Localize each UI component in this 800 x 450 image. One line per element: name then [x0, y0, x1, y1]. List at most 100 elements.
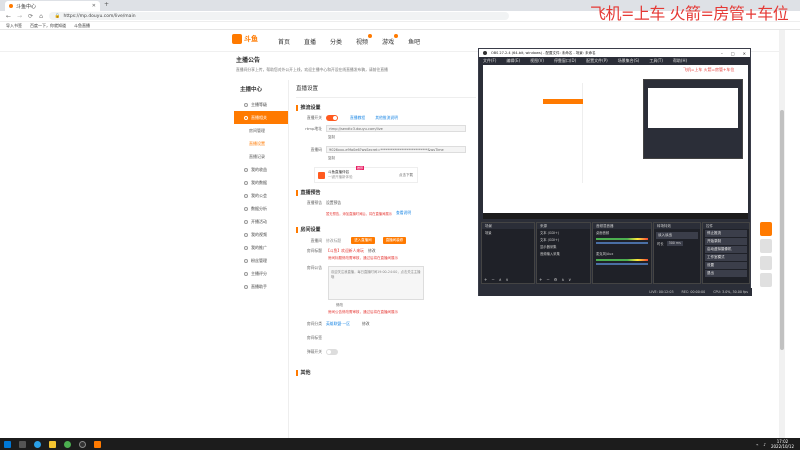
close-tab-icon[interactable]: ✕ — [92, 3, 96, 9]
douyu-taskbar-icon[interactable] — [94, 440, 101, 448]
enter-room-button[interactable]: 进入直播间 — [351, 237, 375, 244]
bookmark-item[interactable]: 百度一下，你就知道 — [30, 23, 66, 29]
arrow-up-icon[interactable]: ∧ — [561, 277, 564, 282]
sidebar-item-live[interactable]: 直播相关 — [234, 111, 288, 124]
source-item[interactable]: 文本 (GDI+) — [537, 236, 590, 243]
set-preview-link[interactable]: 设置预告 — [326, 200, 341, 206]
stop-streaming-button[interactable]: 停止推流 — [705, 230, 747, 237]
windows-start-icon[interactable] — [4, 440, 11, 448]
sidebar-item-analysis[interactable]: 数据分析 — [234, 202, 288, 215]
arrow-down-icon[interactable]: ∨ — [506, 277, 509, 282]
virtual-camera-button[interactable]: 启动虚拟摄像机 — [705, 246, 747, 253]
obs-menu-file[interactable]: 文件(F) — [483, 58, 496, 64]
source-item[interactable]: 文本 (GDI+) — [537, 229, 590, 236]
remove-icon[interactable]: − — [491, 277, 494, 282]
chrome-icon[interactable] — [64, 440, 71, 448]
copy-rtmp-button[interactable]: 复制 — [296, 135, 476, 140]
float-tool-button[interactable] — [760, 222, 772, 236]
bookmark-item[interactable]: 导入书签 — [6, 23, 22, 29]
nav-video[interactable]: 视频 — [356, 34, 373, 46]
reload-icon[interactable]: ⟳ — [28, 13, 33, 20]
sidebar-item-guild[interactable]: 我的公会 — [234, 189, 288, 202]
sidebar-item-promo[interactable]: 我的推广 — [234, 241, 288, 254]
sidebar-sub-records[interactable]: 直播记录 — [234, 150, 288, 163]
float-service-button[interactable] — [760, 273, 772, 287]
transition-select[interactable]: 淡入淡出 — [656, 232, 698, 239]
copy-key-button[interactable]: 复制 — [296, 156, 476, 161]
browser-tab[interactable]: 斗鱼中心 ✕ — [5, 1, 100, 11]
douyu-logo[interactable]: 斗鱼 — [232, 34, 258, 44]
obs-taskbar-icon[interactable] — [79, 440, 86, 448]
forward-icon[interactable]: → — [17, 13, 22, 20]
room-notice-textarea[interactable]: 欢迎关注我直播，每日直播时间19:00-24:00，点击关注主播哦 — [328, 266, 424, 300]
nav-home[interactable]: 首页 — [278, 37, 290, 46]
danmaku-toggle[interactable] — [326, 349, 338, 355]
nav-live[interactable]: 直播 — [304, 37, 316, 46]
back-icon[interactable]: ← — [6, 13, 11, 20]
sidebar-item-assistant[interactable]: 直播助手 — [234, 280, 288, 293]
arrow-down-icon[interactable]: ∨ — [568, 277, 571, 282]
source-item[interactable]: 显示器采集 — [537, 243, 590, 250]
add-icon[interactable]: + — [484, 277, 487, 282]
address-bar[interactable]: 🔒 https://mp.douyu.com/live/main — [48, 12, 509, 20]
bookmark-item[interactable]: 斗鱼直播 — [74, 23, 90, 29]
stream-key-input[interactable]: 9026xxx-e9fa0e6?wsSecret=***************… — [326, 146, 466, 153]
rtmp-input[interactable]: rtmp://sendtc3.douyu.com/live — [326, 125, 466, 132]
obs-menu-edit[interactable]: 编辑(E) — [506, 58, 520, 64]
save-notice-button[interactable]: 修改 — [296, 303, 476, 308]
room-category-value[interactable]: 英雄联盟·一区 — [326, 321, 350, 327]
sidebar-item-video[interactable]: 我的视频 — [234, 228, 288, 241]
float-share-button[interactable] — [760, 256, 772, 270]
nav-category[interactable]: 分类 — [330, 37, 342, 46]
close-icon[interactable]: ✕ — [743, 51, 746, 56]
source-item[interactable]: 音频输入采集 — [537, 250, 590, 257]
audio-volume-slider[interactable] — [596, 242, 648, 244]
file-explorer-icon[interactable] — [49, 440, 56, 448]
page-scrollbar-thumb[interactable] — [780, 110, 784, 350]
duration-value[interactable]: 300 ms — [666, 241, 683, 246]
volume-icon[interactable]: ♪ — [763, 442, 766, 447]
download-button[interactable]: 点击下载 — [399, 173, 413, 178]
obs-preview[interactable]: 飞机=上车 火箭=房管+车位 — [483, 65, 748, 219]
other-stream-link[interactable]: 其他推流说明 — [375, 115, 398, 121]
tutorial-link[interactable]: 直播教程 — [350, 115, 365, 121]
nav-game[interactable]: 游戏 — [382, 34, 399, 46]
obs-menu-help[interactable]: 帮助(H) — [673, 58, 687, 64]
maximize-icon[interactable]: □ — [731, 51, 735, 56]
edit-title-link[interactable]: 修改 — [368, 248, 376, 254]
float-home-button[interactable] — [760, 239, 772, 253]
arrow-up-icon[interactable]: ∧ — [499, 277, 502, 282]
remove-icon[interactable]: − — [546, 277, 549, 282]
sidebar-sub-settings[interactable]: 直播设置 — [234, 137, 288, 150]
studio-mode-button[interactable]: 工作室模式 — [705, 254, 747, 261]
gear-icon[interactable]: ⚙ — [554, 277, 558, 282]
home-icon[interactable]: ⌂ — [39, 13, 43, 20]
edit-category-link[interactable]: 修改 — [362, 321, 370, 327]
exit-button[interactable]: 退出 — [705, 270, 747, 277]
search-icon[interactable] — [19, 440, 26, 448]
minimize-icon[interactable]: – — [721, 51, 723, 56]
settings-button[interactable]: 设置 — [705, 262, 747, 269]
scene-item[interactable]: 场景 — [482, 229, 534, 236]
nav-yuba[interactable]: 鱼吧 — [408, 37, 420, 46]
obs-menu-view[interactable]: 视图(V) — [530, 58, 544, 64]
obs-menu-scene-collection[interactable]: 场景集合(S) — [618, 58, 640, 64]
new-tab-icon[interactable]: + — [104, 1, 109, 8]
network-icon[interactable]: ⌁ — [756, 442, 758, 447]
stream-toggle[interactable] — [326, 115, 338, 121]
obs-menu-docks[interactable]: 停靠窗口(D) — [554, 58, 576, 64]
audio-volume-slider[interactable] — [596, 263, 648, 265]
sidebar-item-fans[interactable]: 粉丝管理 — [234, 254, 288, 267]
edge-icon[interactable] — [34, 440, 41, 448]
sidebar-item-income[interactable]: 我的收益 — [234, 163, 288, 176]
obs-menu-profile[interactable]: 配置文件(P) — [586, 58, 608, 64]
add-icon[interactable]: + — [539, 277, 542, 282]
sidebar-item-data[interactable]: 我的数据 — [234, 176, 288, 189]
sidebar-sub-room[interactable]: 房间管理 — [234, 124, 288, 137]
sidebar-item-activity[interactable]: 开播活动 — [234, 215, 288, 228]
sidebar-item-score[interactable]: 主播评分 — [234, 267, 288, 280]
start-recording-button[interactable]: 开始录制 — [705, 238, 747, 245]
decorate-room-button[interactable]: 直播间装修 — [382, 237, 407, 244]
obs-menu-tools[interactable]: 工具(T) — [649, 58, 663, 64]
sidebar-item-level[interactable]: 主播等级 — [234, 98, 288, 111]
